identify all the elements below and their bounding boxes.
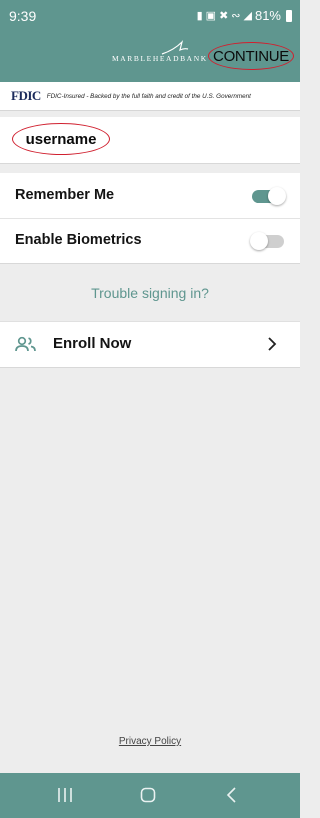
continue-button[interactable]: CONTINUE [208, 42, 294, 70]
bank-logo-icon [161, 40, 189, 55]
enable-biometrics-label: Enable Biometrics [15, 232, 142, 248]
fdic-logo: FDIC [11, 88, 41, 103]
remember-me-row[interactable]: Remember Me [0, 173, 300, 219]
fdic-text: FDIC-Insured - Backed by the full faith … [46, 92, 251, 100]
status-icons: ▮ ▣ ✖ ∾ ◢ 81% [197, 8, 292, 23]
enable-biometrics-toggle[interactable] [250, 232, 284, 250]
system-nav-bar [0, 773, 300, 818]
privacy-policy-link[interactable]: Privacy Policy [0, 736, 300, 747]
settings-card: Remember Me Enable Biometrics [0, 173, 300, 264]
toggle-knob [250, 232, 268, 250]
chevron-right-icon [268, 337, 277, 351]
battery-icon [286, 9, 292, 22]
home-icon[interactable] [140, 787, 156, 803]
username-field[interactable]: username [12, 123, 110, 155]
remember-me-label: Remember Me [15, 187, 115, 203]
back-icon[interactable] [226, 787, 238, 803]
app-header: MARBLEHEADBANK CONTINUE [0, 32, 300, 82]
remember-me-toggle[interactable] [252, 187, 286, 205]
status-time: 9:39 [9, 8, 37, 24]
enroll-now-row[interactable]: Enroll Now [0, 321, 300, 368]
battery-percent: 81% [254, 8, 281, 23]
enable-biometrics-row[interactable]: Enable Biometrics [0, 218, 300, 263]
trouble-signing-in-link[interactable]: Trouble signing in? [0, 285, 300, 301]
recents-icon[interactable] [57, 787, 73, 803]
enroll-now-label: Enroll Now [53, 335, 132, 352]
nfc-icon: ▣ [205, 9, 217, 22]
username-card: username [0, 117, 300, 164]
notification-icon: ▮ [196, 9, 203, 22]
fdic-banner: FDIC FDIC-Insured - Backed by the full f… [0, 82, 300, 111]
mute-icon: ✖ [219, 9, 229, 22]
wifi-icon: ∾ [231, 9, 241, 22]
signal-icon: ◢ [243, 9, 252, 22]
people-icon [15, 336, 36, 352]
toggle-knob [268, 187, 286, 205]
status-bar: 9:39 ▮ ▣ ✖ ∾ ◢ 81% [0, 0, 300, 32]
